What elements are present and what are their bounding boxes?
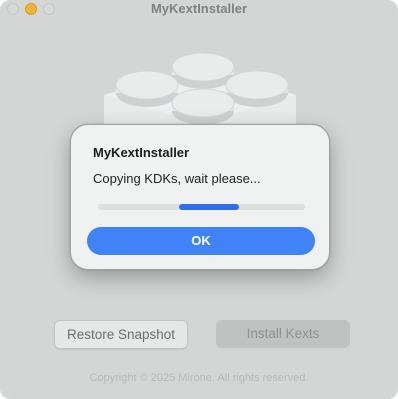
window-title: MyKextInstaller [150, 1, 248, 16]
dialog-message: Copying KDKs, wait please... [93, 171, 261, 186]
title-bar: MyKextInstaller [0, 0, 398, 18]
app-window: MyKextInstaller Restore Snapshot Install… [0, 0, 398, 399]
install-kexts-button[interactable]: Install Kexts [216, 320, 350, 348]
restore-snapshot-button[interactable]: Restore Snapshot [54, 320, 188, 349]
progress-bar-fill [178, 204, 239, 210]
copyright-text: Copyright © 2025 Mirone. All rights rese… [89, 372, 309, 384]
progress-bar [98, 204, 305, 210]
progress-dialog: MyKextInstaller Copying KDKs, wait pleas… [70, 124, 330, 270]
ok-button[interactable]: OK [87, 227, 315, 255]
dialog-title: MyKextInstaller [93, 145, 190, 160]
